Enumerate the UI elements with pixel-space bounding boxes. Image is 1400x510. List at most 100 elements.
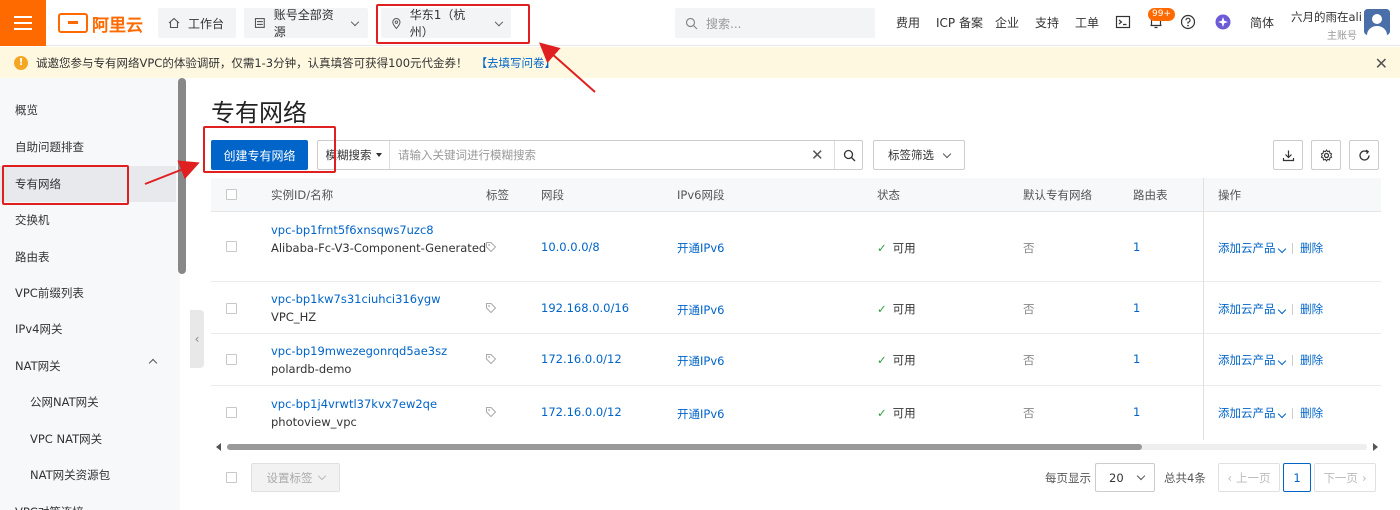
search-button[interactable] (834, 141, 863, 169)
download-button[interactable] (1273, 140, 1303, 170)
delete-button[interactable]: 删除 (1300, 353, 1323, 367)
sidebar-item-route-table[interactable]: 路由表 (0, 239, 176, 275)
account-scope-dropdown[interactable]: 账号全部资源 (244, 8, 368, 39)
per-page-select[interactable]: 20 (1095, 463, 1155, 492)
status-badge: ✓ 可用 (877, 352, 916, 368)
scroll-thumb[interactable] (227, 444, 1142, 450)
divider (1292, 243, 1294, 254)
tag-icon[interactable] (485, 353, 497, 365)
sidebar-scrollbar[interactable] (178, 78, 186, 274)
sidebar-item-vpc-nat[interactable]: VPC NAT网关 (0, 421, 176, 457)
billing-link[interactable]: 费用 (896, 0, 920, 46)
instance-id-link[interactable]: vpc-bp1j4vrwtl37kvx7ew2qe (271, 397, 437, 411)
clear-icon[interactable]: ✕ (811, 146, 824, 164)
cidr-link[interactable]: 10.0.0.0/8 (541, 240, 600, 254)
delete-button[interactable]: 删除 (1300, 406, 1323, 420)
survey-link[interactable]: 【去填写问卷】 (476, 55, 557, 71)
delete-button[interactable]: 删除 (1300, 302, 1323, 316)
chevron-down-icon[interactable] (1277, 356, 1287, 366)
gear-icon (1320, 148, 1332, 162)
actions-cell: 添加云产品 删除 (1218, 405, 1323, 421)
ticket-link[interactable]: 工单 (1075, 0, 1099, 46)
column-header-tags: 标签 (486, 188, 509, 202)
avatar[interactable] (1364, 9, 1390, 35)
route-table-count-link[interactable]: 1 (1133, 240, 1140, 254)
prev-page-button[interactable]: ‹ 上一页 (1218, 463, 1280, 492)
row-checkbox[interactable] (226, 241, 237, 252)
page-1-button[interactable]: 1 (1283, 463, 1311, 492)
add-cloud-product-button[interactable]: 添加云产品 (1218, 302, 1276, 316)
chevron-down-icon[interactable] (1277, 305, 1287, 315)
sidebar-item-nat-package[interactable]: NAT网关资源包 (0, 457, 176, 493)
sidebar-item-vswitch[interactable]: 交换机 (0, 202, 176, 238)
region-label: 华东1（杭州） (409, 8, 466, 39)
sidebar-item-public-nat[interactable]: 公网NAT网关 (0, 384, 176, 420)
next-page-button[interactable]: 下一页 › (1314, 463, 1376, 492)
chevron-up-icon (148, 358, 158, 368)
default-vpc-value: 否 (1023, 406, 1035, 420)
user-name[interactable]: 六月的雨在ali (1291, 9, 1362, 25)
column-header-route-table: 路由表 (1133, 188, 1168, 202)
tag-filter-dropdown[interactable]: 标签筛选 (873, 140, 965, 170)
workbench-button[interactable]: 工作台 (158, 8, 236, 38)
cidr-link[interactable]: 172.16.0.0/12 (541, 352, 622, 366)
chevron-down-icon[interactable] (1277, 409, 1287, 419)
settings-button[interactable] (1311, 140, 1341, 170)
instance-id-link[interactable]: vpc-bp1frnt5f6xnsqws7uzc8 (271, 223, 434, 237)
menu-icon[interactable] (0, 0, 46, 46)
sidebar-item-ipv4-gateway[interactable]: IPv4网关 (0, 311, 176, 347)
tag-icon[interactable] (485, 302, 497, 314)
collapse-sidebar-handle[interactable]: ‹ (190, 310, 204, 368)
terminal-icon[interactable] (1115, 14, 1131, 30)
enable-ipv6-link[interactable]: 开通IPv6 (677, 302, 724, 318)
ai-assistant-icon[interactable] (1215, 14, 1231, 30)
row-checkbox[interactable] (226, 303, 237, 314)
enable-ipv6-link[interactable]: 开通IPv6 (677, 240, 724, 256)
chevron-down-icon[interactable] (1277, 244, 1287, 254)
add-cloud-product-button[interactable]: 添加云产品 (1218, 406, 1276, 420)
select-all-checkbox[interactable] (226, 189, 237, 200)
sidebar-item-vpc-peering[interactable]: VPC对等连接 (0, 494, 176, 510)
instance-id-link[interactable]: vpc-bp19mwezegonrqd5ae3sz (271, 344, 447, 358)
region-selector[interactable]: 华东1（杭州） (381, 8, 511, 39)
tag-icon[interactable] (485, 241, 497, 253)
filter-type-dropdown[interactable]: 模糊搜索 (318, 141, 390, 169)
add-cloud-product-button[interactable]: 添加云产品 (1218, 353, 1276, 367)
delete-button[interactable]: 删除 (1300, 241, 1323, 255)
set-tag-button[interactable]: 设置标签 (251, 463, 340, 492)
global-search-input[interactable]: 搜索... (675, 8, 875, 38)
workbench-label: 工作台 (188, 16, 225, 31)
enterprise-link[interactable]: 企业 (995, 0, 1019, 46)
row-checkbox[interactable] (226, 407, 237, 418)
help-icon[interactable] (1180, 14, 1196, 30)
route-table-count-link[interactable]: 1 (1133, 301, 1140, 315)
icp-filing-link[interactable]: ICP 备案 (936, 0, 983, 46)
enable-ipv6-link[interactable]: 开通IPv6 (677, 406, 724, 422)
refresh-button[interactable] (1349, 140, 1379, 170)
language-switcher[interactable]: 简体 (1250, 0, 1274, 46)
tag-icon[interactable] (485, 406, 497, 418)
support-link[interactable]: 支持 (1035, 0, 1059, 46)
add-cloud-product-button[interactable]: 添加云产品 (1218, 241, 1276, 255)
row-checkbox[interactable] (226, 354, 237, 365)
aliyun-logo[interactable]: 阿里云 (58, 12, 143, 36)
search-input[interactable] (398, 141, 798, 169)
table-horizontal-scrollbar[interactable] (211, 441, 1381, 452)
sidebar-item-nat-gateway[interactable]: NAT网关 (0, 348, 176, 384)
enable-ipv6-link[interactable]: 开通IPv6 (677, 353, 724, 369)
scroll-right-icon[interactable] (1373, 443, 1378, 451)
sidebar-item-vpc[interactable]: 专有网络 (0, 166, 176, 202)
footer-select-all-checkbox[interactable] (226, 472, 237, 483)
instance-id-link[interactable]: vpc-bp1kw7s31ciuhci316ygw (271, 292, 441, 306)
scroll-left-icon[interactable] (216, 443, 221, 451)
sidebar-item-prefix-list[interactable]: VPC前缀列表 (0, 275, 176, 311)
sidebar-item-overview[interactable]: 概览 (0, 92, 176, 128)
sidebar-item-troubleshoot[interactable]: 自助问题排查 (0, 129, 176, 165)
cidr-link[interactable]: 172.16.0.0/12 (541, 405, 622, 419)
route-table-count-link[interactable]: 1 (1133, 352, 1140, 366)
create-vpc-button[interactable]: 创建专有网络 (211, 140, 308, 170)
cidr-link[interactable]: 192.168.0.0/16 (541, 301, 629, 315)
instance-name: photoview_vpc (271, 415, 357, 429)
route-table-count-link[interactable]: 1 (1133, 405, 1140, 419)
close-icon[interactable]: ✕ (1375, 54, 1388, 73)
